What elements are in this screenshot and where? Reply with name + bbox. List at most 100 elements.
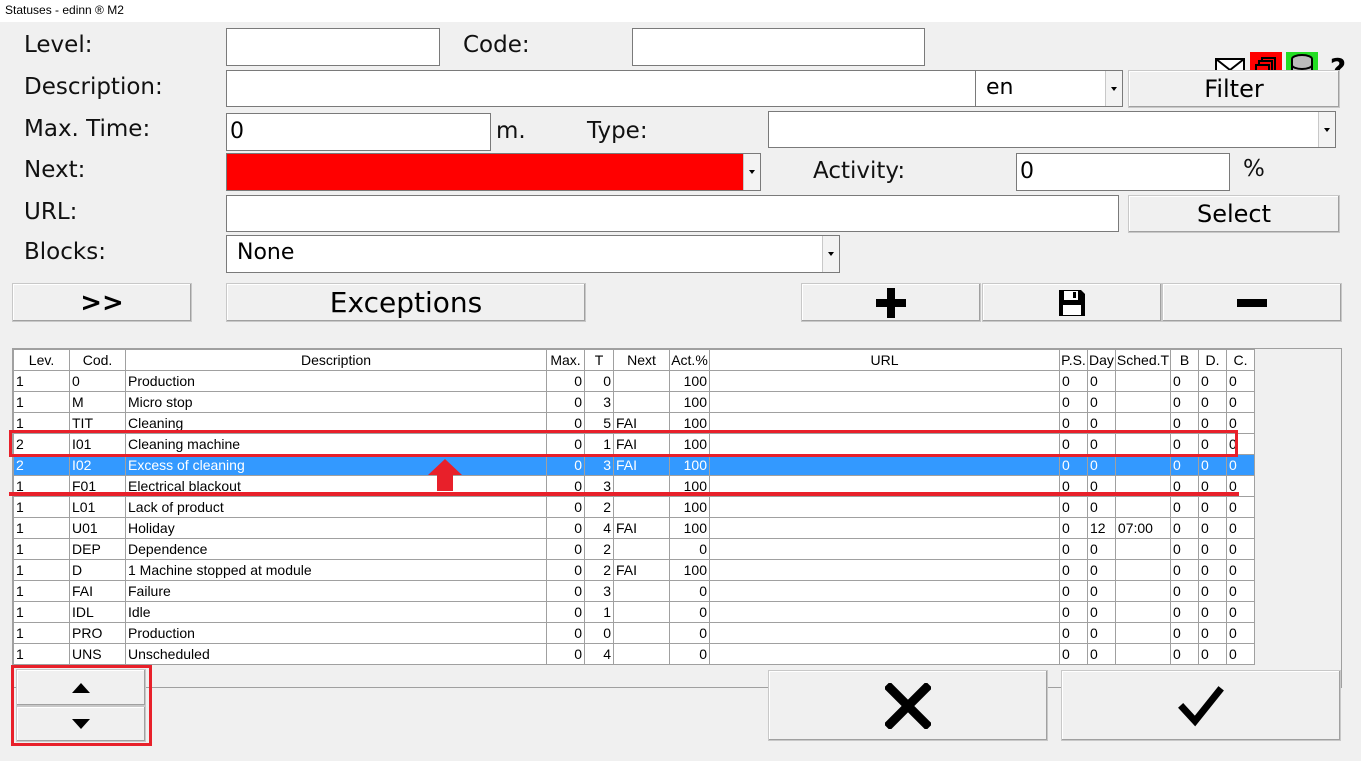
cell-max: 0 xyxy=(546,370,585,392)
chevron-down-icon[interactable] xyxy=(1105,71,1122,106)
cell-d: 0 xyxy=(1198,454,1228,476)
column-header-url[interactable]: URL xyxy=(709,349,1060,371)
cell-sched xyxy=(1114,391,1172,413)
chevron-down-icon[interactable] xyxy=(1318,112,1335,147)
type-label: Type: xyxy=(587,118,648,144)
table-row[interactable]: 1 IDL Idle 0 1 0 0 0 0 0 0 xyxy=(13,601,1256,623)
cell-day: 0 xyxy=(1087,496,1116,518)
code-input[interactable] xyxy=(632,28,925,66)
cell-lev: 1 xyxy=(13,622,70,644)
expand-button[interactable]: >> xyxy=(12,283,192,322)
arrow-up-icon xyxy=(428,459,462,491)
type-select[interactable] xyxy=(768,111,1336,148)
statuses-grid[interactable]: Lev. Cod. Description Max. T Next Act.% URL P.S.… xyxy=(12,348,1342,688)
cell-c: 0 xyxy=(1226,391,1256,413)
cell-sched xyxy=(1114,622,1172,644)
table-row[interactable]: 1 PRO Production 0 0 0 0 0 0 0 0 xyxy=(13,622,1256,644)
cell-description: Excess of cleaning xyxy=(125,454,547,476)
column-header-lev[interactable]: Lev. xyxy=(13,349,70,371)
cell-act: 100 xyxy=(669,370,710,392)
chevron-down-icon[interactable] xyxy=(822,236,839,272)
table-row[interactable]: 1 M Micro stop 0 3 100 0 0 0 0 0 xyxy=(13,391,1256,413)
description-input[interactable] xyxy=(226,70,976,107)
table-row[interactable]: 1 U01 Holiday 0 4 FAI 100 0 12 07:00 0 0 0 xyxy=(13,517,1256,539)
save-button[interactable] xyxy=(982,283,1162,322)
cell-d: 0 xyxy=(1198,580,1228,602)
level-label: Level: xyxy=(24,32,93,58)
column-header-next[interactable]: Next xyxy=(613,349,670,371)
cell-sched xyxy=(1114,580,1172,602)
chevron-down-icon[interactable] xyxy=(743,154,760,190)
cell-b: 0 xyxy=(1170,601,1200,623)
grid-header-row: Lev. Cod. Description Max. T Next Act.% URL P.S.… xyxy=(13,349,1256,371)
column-header-sched[interactable]: Sched.T xyxy=(1114,349,1172,371)
cell-url xyxy=(709,601,1060,623)
cell-b: 0 xyxy=(1170,370,1200,392)
cell-act: 100 xyxy=(669,454,710,476)
accept-button[interactable] xyxy=(1061,670,1341,741)
cell-b: 0 xyxy=(1170,454,1200,476)
cell-b: 0 xyxy=(1170,517,1200,539)
table-row[interactable]: 1 UNS Unscheduled 0 4 0 0 0 0 0 0 xyxy=(13,643,1256,665)
column-header-cod[interactable]: Cod. xyxy=(69,349,126,371)
cell-ps: 0 xyxy=(1059,496,1088,518)
column-header-t[interactable]: T xyxy=(584,349,614,371)
cell-d: 0 xyxy=(1198,391,1228,413)
cell-ps: 0 xyxy=(1059,454,1088,476)
cell-url xyxy=(709,643,1060,665)
cell-t: 0 xyxy=(584,370,614,392)
column-header-day[interactable]: Day xyxy=(1087,349,1116,371)
cell-sched xyxy=(1114,601,1172,623)
column-header-d[interactable]: D. xyxy=(1198,349,1228,371)
cell-act: 0 xyxy=(669,622,710,644)
table-row[interactable]: 2 I02 Excess of cleaning 0 3 FAI 100 0 0 0 0 0 xyxy=(13,454,1256,476)
level-input[interactable] xyxy=(226,28,440,66)
cell-description: Idle xyxy=(125,601,547,623)
cell-url xyxy=(709,454,1060,476)
table-row[interactable]: 1 FAI Failure 0 3 0 0 0 0 0 0 xyxy=(13,580,1256,602)
activity-input[interactable]: 0 xyxy=(1016,153,1230,191)
cell-max: 0 xyxy=(546,580,585,602)
cell-next xyxy=(613,391,670,413)
cell-d: 0 xyxy=(1198,496,1228,518)
cell-ps: 0 xyxy=(1059,601,1088,623)
language-value: en xyxy=(986,75,1014,100)
add-button[interactable] xyxy=(801,283,981,322)
move-buttons-highlight xyxy=(11,665,152,746)
url-input[interactable] xyxy=(226,195,1119,232)
cell-b: 0 xyxy=(1170,391,1200,413)
column-header-c[interactable]: C. xyxy=(1226,349,1256,371)
next-select[interactable] xyxy=(226,153,761,191)
max-time-input[interactable]: 0 xyxy=(226,113,491,151)
exceptions-button[interactable]: Exceptions xyxy=(226,283,586,322)
cell-t: 2 xyxy=(584,538,614,560)
cell-description: Unscheduled xyxy=(125,643,547,665)
filter-button[interactable]: Filter xyxy=(1128,70,1340,108)
column-header-act[interactable]: Act.% xyxy=(669,349,710,371)
remove-button[interactable] xyxy=(1162,283,1342,322)
table-row[interactable]: 1D1 Machine stopped at module 0 2 FAI 100 0 0 0… xyxy=(13,559,1256,581)
cell-description: Production xyxy=(125,622,547,644)
language-select[interactable]: en xyxy=(975,70,1123,107)
url-label: URL: xyxy=(24,199,78,225)
select-button[interactable]: Select xyxy=(1128,195,1340,233)
cell-cod: UNS xyxy=(69,643,126,665)
column-header-b[interactable]: B xyxy=(1170,349,1200,371)
cell-day: 0 xyxy=(1087,454,1116,476)
table-row[interactable]: 1 L01 Lack of product 0 2 100 0 0 0 0 0 xyxy=(13,496,1256,518)
cell-description: Micro stop xyxy=(125,391,547,413)
column-header-ps[interactable]: P.S. xyxy=(1059,349,1088,371)
cell-description: Failure xyxy=(125,580,547,602)
statuses-table: Lev. Cod. Description Max. T Next Act.% URL P.S.… xyxy=(13,349,1256,665)
table-row[interactable]: 1 0 Production 0 0 100 0 0 0 0 0 xyxy=(13,370,1256,392)
table-row[interactable]: 1 DEP Dependence 0 2 0 0 0 0 0 0 xyxy=(13,538,1256,560)
column-header-description[interactable]: Description xyxy=(125,349,547,371)
cell-url xyxy=(709,370,1060,392)
cell-ps: 0 xyxy=(1059,643,1088,665)
cell-act: 0 xyxy=(669,601,710,623)
cell-next xyxy=(613,538,670,560)
column-header-max[interactable]: Max. xyxy=(546,349,585,371)
blocks-select[interactable]: None xyxy=(226,235,840,273)
cell-cod: DEP xyxy=(69,538,126,560)
cancel-button[interactable] xyxy=(768,670,1048,741)
